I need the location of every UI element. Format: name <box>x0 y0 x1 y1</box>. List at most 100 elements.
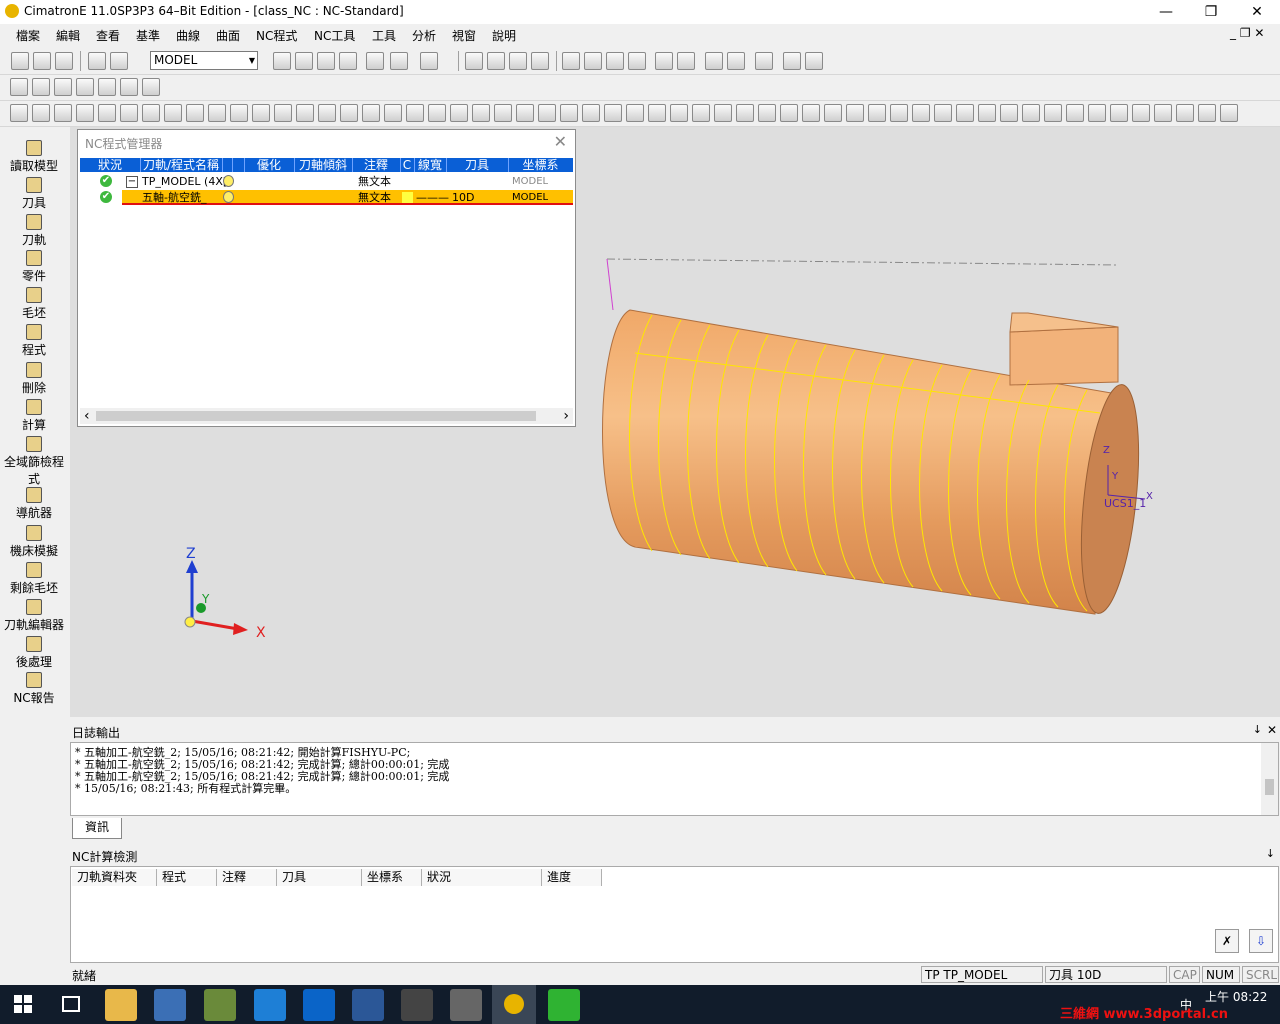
menu-analysis[interactable]: 分析 <box>412 27 436 44</box>
open-file-icon[interactable] <box>33 52 51 70</box>
menu-help[interactable]: 說明 <box>492 27 516 44</box>
nc-tool-11-icon[interactable] <box>230 104 248 122</box>
left-panel-tool[interactable]: 刀具 <box>0 177 68 211</box>
left-panel-remaining-stock[interactable]: 剩餘毛坯 <box>0 562 68 596</box>
nc-tool-15-icon[interactable] <box>318 104 336 122</box>
nc-tool-1-icon[interactable] <box>10 104 28 122</box>
menu-curve[interactable]: 曲線 <box>176 27 200 44</box>
save-icon[interactable] <box>55 52 73 70</box>
left-panel-procedure[interactable]: 程式 <box>0 324 68 358</box>
nc-tool-19-icon[interactable] <box>406 104 424 122</box>
nc-tool-23-icon[interactable] <box>494 104 512 122</box>
nc-tool-40-icon[interactable] <box>868 104 886 122</box>
nc-tool-35-icon[interactable] <box>758 104 776 122</box>
dimension-icon[interactable] <box>727 52 745 70</box>
col-optimize[interactable]: 優化 <box>244 158 295 172</box>
menu-view[interactable]: 查看 <box>96 27 120 44</box>
internet-explorer-icon[interactable] <box>254 989 286 1021</box>
nc-tool-5-icon[interactable] <box>98 104 116 122</box>
tree-collapse-icon[interactable]: − <box>126 176 138 188</box>
log-vertical-scrollbar[interactable] <box>1261 743 1278 815</box>
log-scroll-thumb[interactable] <box>1265 779 1274 795</box>
left-panel-nc-report[interactable]: NC報告 <box>0 672 68 706</box>
media-player-icon[interactable] <box>154 989 186 1021</box>
nc-tool-54-icon[interactable] <box>1176 104 1194 122</box>
lamp-icon[interactable] <box>628 52 646 70</box>
log-close-icon[interactable]: ✕ <box>1267 723 1277 737</box>
nc-tool-44-icon[interactable] <box>956 104 974 122</box>
grid-col-folder[interactable]: 刀軌資料夾 <box>72 869 157 886</box>
nc-tool-14-icon[interactable] <box>296 104 314 122</box>
grid-col-comment[interactable]: 注釋 <box>217 869 277 886</box>
clear-tool-icon[interactable]: ✗ <box>1215 929 1239 953</box>
pin-icon[interactable]: ↓ <box>1266 847 1275 860</box>
grid-col-ucs[interactable]: 坐標系 <box>362 869 422 886</box>
display-icon[interactable] <box>465 52 483 70</box>
line-app-icon[interactable] <box>548 989 580 1021</box>
nc-tool-34-icon[interactable] <box>736 104 754 122</box>
restore-button[interactable]: ❐ <box>1188 0 1234 24</box>
nc-tool-56-icon[interactable] <box>1220 104 1238 122</box>
light-bulb-icon[interactable] <box>584 52 602 70</box>
color-swatch[interactable] <box>402 192 413 203</box>
nc-tool-43-icon[interactable] <box>934 104 952 122</box>
zoom-icon[interactable] <box>317 52 335 70</box>
scroll-left-icon[interactable]: ‹ <box>84 408 90 424</box>
nc-tool-29-icon[interactable] <box>626 104 644 122</box>
nc-tool-38-icon[interactable] <box>824 104 842 122</box>
nc-tool-53-icon[interactable] <box>1154 104 1172 122</box>
nc-tool-39-icon[interactable] <box>846 104 864 122</box>
nc-tool-49-icon[interactable] <box>1066 104 1084 122</box>
menu-datum[interactable]: 基準 <box>136 27 160 44</box>
pan-icon[interactable] <box>339 52 357 70</box>
layer-icon[interactable] <box>509 52 527 70</box>
windows-start-icon[interactable] <box>14 995 32 1013</box>
nc-tool-28-icon[interactable] <box>604 104 622 122</box>
nc-tool-47-icon[interactable] <box>1022 104 1040 122</box>
grid-col-progress[interactable]: 進度 <box>542 869 602 886</box>
menu-edit[interactable]: 編輯 <box>56 27 80 44</box>
filter-icon[interactable] <box>562 52 580 70</box>
nc-tool-25-icon[interactable] <box>538 104 556 122</box>
left-panel-toolpath[interactable]: 刀軌 <box>0 214 68 248</box>
new-file-icon[interactable] <box>11 52 29 70</box>
col-name[interactable]: 刀軌/程式名稱 <box>140 158 223 172</box>
menu-tools[interactable]: 工具 <box>372 27 396 44</box>
left-panel-part[interactable]: 零件 <box>0 250 68 284</box>
word-icon[interactable] <box>352 989 384 1021</box>
nc-tool-12-icon[interactable] <box>252 104 270 122</box>
nc-tool-48-icon[interactable] <box>1044 104 1062 122</box>
left-panel-machine-sim[interactable]: 機床模擬 <box>0 525 68 559</box>
grid-col-program[interactable]: 程式 <box>157 869 217 886</box>
nc-tool-51-icon[interactable] <box>1110 104 1128 122</box>
nc-tool-13-icon[interactable] <box>274 104 292 122</box>
nc-tool-7-icon[interactable] <box>142 104 160 122</box>
hide-icon[interactable] <box>487 52 505 70</box>
nc-tool-9-icon[interactable] <box>186 104 204 122</box>
col-tool[interactable]: 刀具 <box>446 158 509 172</box>
wireframe-icon[interactable] <box>390 52 408 70</box>
horizontal-scrollbar[interactable]: ‹ › <box>80 408 573 424</box>
grid-col-tool[interactable]: 刀具 <box>277 869 362 886</box>
light-bulb-on-icon[interactable] <box>606 52 624 70</box>
left-panel-stock[interactable]: 毛坯 <box>0 287 68 321</box>
shaded-icon[interactable] <box>366 52 384 70</box>
nc-tool-55-icon[interactable] <box>1198 104 1216 122</box>
menu-window[interactable]: 視窗 <box>452 27 476 44</box>
tab-info[interactable]: 資訊 <box>72 818 122 839</box>
scroll-thumb[interactable] <box>96 411 536 421</box>
pattern-icon[interactable] <box>755 52 773 70</box>
view-cube-7-icon[interactable] <box>142 78 160 96</box>
menu-nc-program[interactable]: NC程式 <box>256 27 297 44</box>
zoom-all-icon[interactable] <box>273 52 291 70</box>
nc-tool-31-icon[interactable] <box>670 104 688 122</box>
view-cube-6-icon[interactable] <box>120 78 138 96</box>
mdi-window-controls[interactable]: _ ❐ ✕ <box>1230 26 1264 40</box>
col-ucs[interactable]: 坐標系 <box>508 158 573 172</box>
view-cube-4-icon[interactable] <box>76 78 94 96</box>
nc-tool-4-icon[interactable] <box>76 104 94 122</box>
pin-icon[interactable]: ↓ <box>1253 723 1262 736</box>
col-tilt[interactable]: 刀軸傾斜 <box>294 158 353 172</box>
nc-tool-27-icon[interactable] <box>582 104 600 122</box>
nc-tool-30-icon[interactable] <box>648 104 666 122</box>
